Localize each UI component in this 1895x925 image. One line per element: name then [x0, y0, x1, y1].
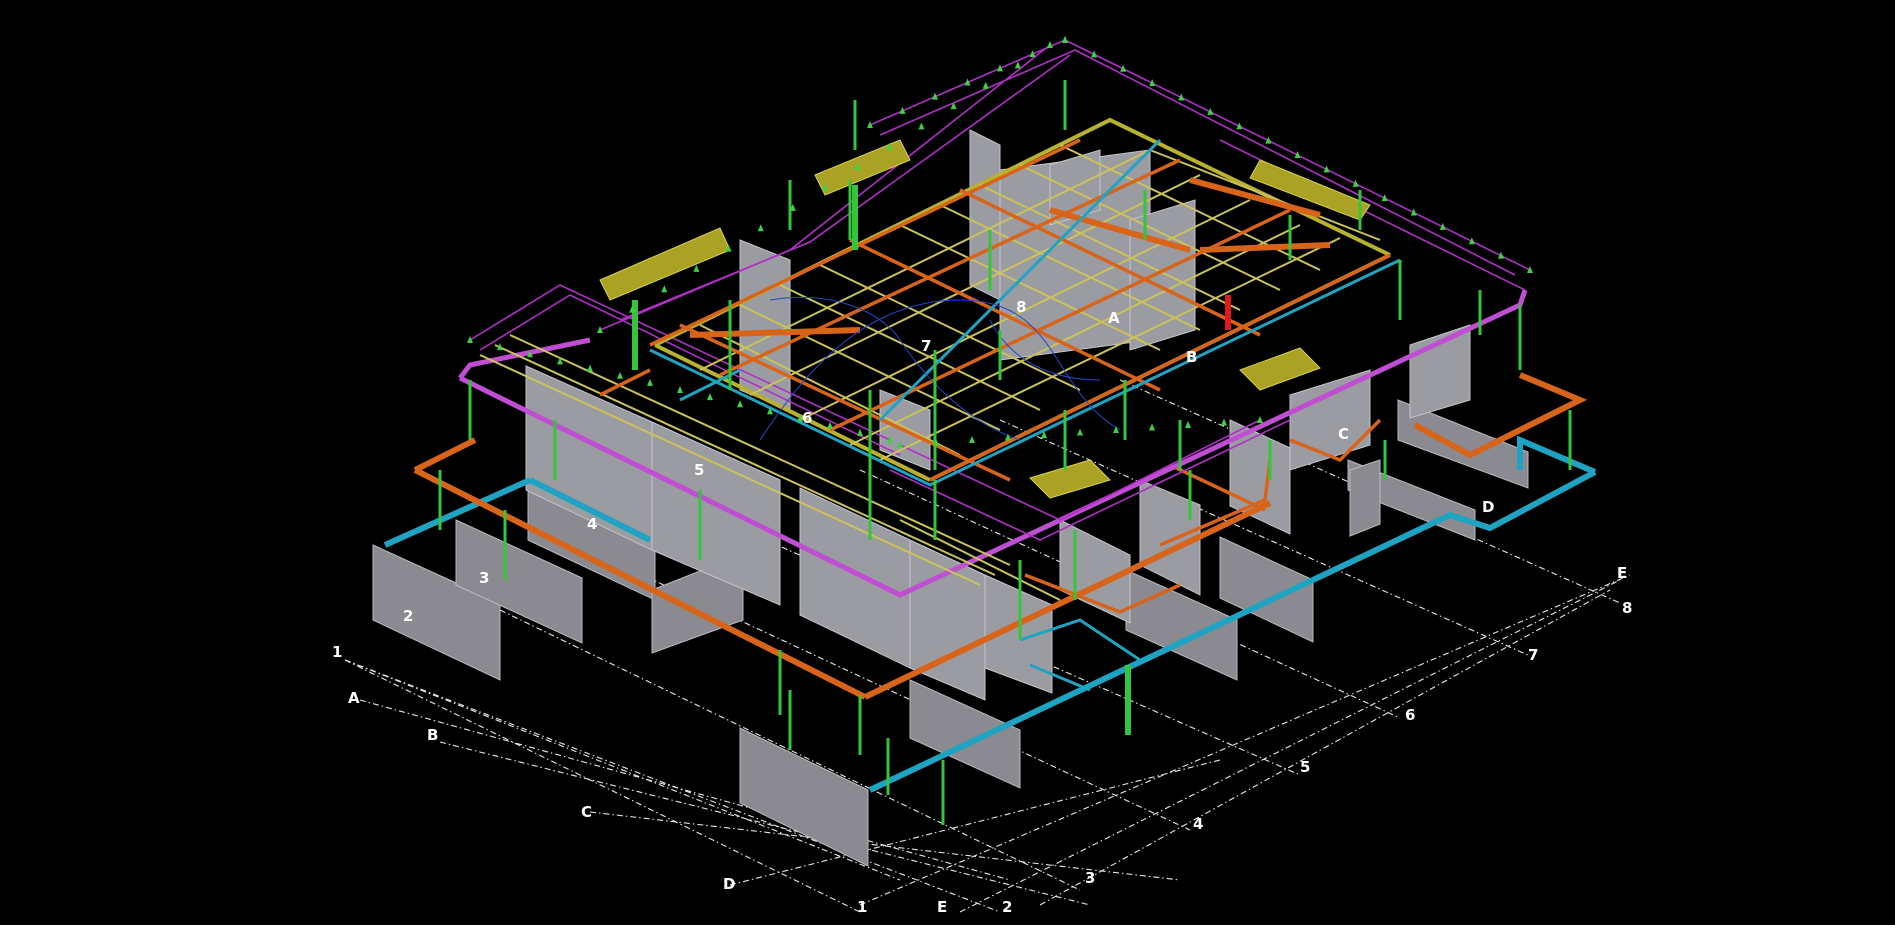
grid-label-back-letters: E	[1617, 564, 1627, 582]
grid-label-upper-numbers: 5	[694, 461, 704, 479]
grid-label-front-numbers: 4	[1193, 815, 1203, 833]
grid-label-front-numbers: 1	[857, 898, 867, 916]
yellow-slab	[1239, 347, 1321, 391]
support-marker	[737, 400, 743, 408]
grid-label-back-numbers: 1	[332, 643, 342, 661]
grid-label-upper-numbers: 7	[921, 337, 931, 355]
grid-label-front-letters: D	[723, 875, 735, 893]
grid-label-front-letters: C	[581, 803, 592, 821]
grid-label-upper-numbers: 3	[479, 569, 489, 587]
grid-label-front-letters: E	[937, 898, 947, 916]
grid-label-front-letters: B	[427, 726, 438, 744]
yellow-slab	[1029, 459, 1111, 499]
grid-label-upper-letters: D	[1482, 498, 1494, 516]
support-marker	[1014, 61, 1021, 69]
support-marker	[1149, 423, 1155, 431]
grid-label-front-numbers: 6	[1405, 706, 1415, 724]
wall-panel	[1409, 324, 1471, 419]
wall-panel	[1349, 459, 1381, 537]
support-marker	[617, 371, 623, 379]
support-marker	[1221, 418, 1227, 426]
wall-panel	[909, 679, 1021, 789]
support-marker	[1077, 428, 1083, 436]
wall-panel	[739, 727, 869, 867]
grid-label-upper-letters: A	[1108, 309, 1120, 327]
support-marker	[707, 393, 713, 401]
grid-label-front-numbers: 8	[1622, 599, 1632, 617]
support-marker	[677, 386, 683, 393]
support-marker	[1257, 416, 1263, 423]
support-marker	[647, 378, 653, 386]
wall-panel	[909, 539, 986, 701]
support-marker	[1062, 36, 1068, 43]
grid-label-front-numbers: 5	[1300, 758, 1310, 776]
grid-label-upper-numbers: 6	[802, 409, 812, 427]
support-marker	[661, 285, 668, 293]
wall-panel	[1059, 519, 1131, 624]
grid-label-upper-letters: C	[1338, 425, 1349, 443]
support-marker	[857, 428, 863, 436]
support-marker	[757, 224, 764, 232]
3d-model-viewport[interactable]: 1 2 3 4 5 6 7 8 A B C D E 1 E 2 3 4 5 6 7 8 A B C D	[0, 0, 1895, 920]
support-marker	[587, 364, 593, 372]
grid-label-upper-numbers: 8	[1016, 298, 1026, 316]
wall-panel	[799, 487, 911, 669]
grid-label-front-numbers: 2	[1002, 898, 1012, 916]
support-marker	[1113, 426, 1119, 433]
grid-label-upper-numbers: 4	[587, 515, 597, 533]
support-marker	[693, 264, 700, 272]
support-marker	[918, 122, 925, 130]
support-marker	[982, 81, 989, 89]
grid-label-front-numbers: 3	[1085, 869, 1095, 887]
support-marker	[1185, 421, 1191, 428]
support-marker	[1047, 41, 1053, 48]
support-marker	[969, 436, 975, 443]
grid-label-front-letters: A	[348, 689, 360, 707]
structural-model-drawing[interactable]: 1 2 3 4 5 6 7 8 A B C D E 1 E 2 3 4 5 6 7 8 A B C D	[0, 0, 1895, 920]
grid-label-upper-numbers: 2	[403, 607, 413, 625]
grid-label-front-numbers: 7	[1528, 646, 1538, 664]
grid-label-upper-letters: B	[1186, 348, 1197, 366]
